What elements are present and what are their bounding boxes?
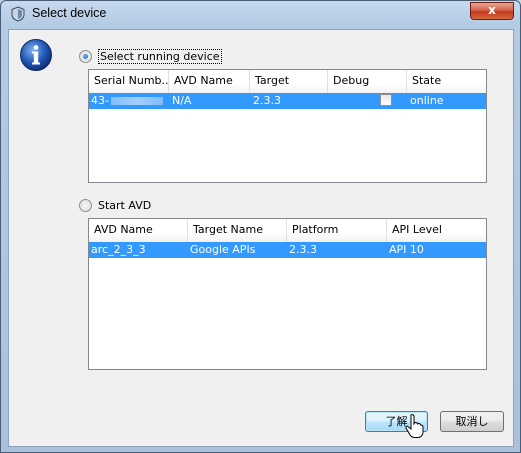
- platform-cell: 2.3.3: [289, 243, 317, 256]
- start-avd-option[interactable]: Start AVD: [79, 197, 151, 213]
- state-cell: online: [410, 94, 444, 107]
- redacted-serial: [110, 97, 163, 105]
- debug-cell: [328, 93, 407, 109]
- target-name-cell: Google APIs: [190, 243, 256, 256]
- table-row[interactable]: arc_2_3_3 Google APIs 2.3.3 API 10: [89, 242, 486, 258]
- avd-table[interactable]: AVD Name Target Name Platform API Level …: [88, 218, 487, 370]
- start-avd-radio[interactable]: [79, 198, 92, 212]
- column-target-name[interactable]: Target Name: [188, 219, 287, 242]
- column-avd-name[interactable]: AVD Name: [169, 70, 250, 93]
- select-running-device-option[interactable]: Select running device: [79, 48, 222, 64]
- dialog-body: Select running device Serial Numb... AVD…: [8, 29, 514, 447]
- avd-name-cell: arc_2_3_3: [91, 243, 146, 256]
- running-device-radio[interactable]: [79, 49, 92, 63]
- select-device-dialog: Select device x Select running device Se…: [0, 0, 521, 453]
- close-icon: x: [488, 3, 496, 17]
- table-row[interactable]: 43- N/A 2.3.3 online: [89, 93, 486, 109]
- api-level-cell: API 10: [389, 243, 424, 256]
- column-platform[interactable]: Platform: [287, 219, 387, 242]
- start-avd-label: Start AVD: [98, 198, 152, 212]
- mouse-pointer-icon: [405, 414, 424, 438]
- column-api-level[interactable]: API Level: [387, 219, 486, 242]
- column-debug[interactable]: Debug: [328, 70, 407, 93]
- info-icon: [20, 39, 52, 71]
- running-devices-header: Serial Numb... AVD Name Target Debug Sta…: [89, 70, 486, 93]
- column-avd-name[interactable]: AVD Name: [89, 219, 188, 242]
- running-devices-table[interactable]: Serial Numb... AVD Name Target Debug Sta…: [88, 69, 487, 183]
- title-bar[interactable]: Select device x: [1, 1, 520, 27]
- avd-name-cell: N/A: [172, 94, 192, 107]
- avd-table-header: AVD Name Target Name Platform API Level: [89, 219, 486, 242]
- debug-checkbox[interactable]: [379, 94, 392, 106]
- cancel-button[interactable]: 取消し: [440, 411, 504, 432]
- column-state[interactable]: State: [407, 70, 486, 93]
- window-icon: [11, 6, 25, 22]
- running-device-label: Select running device: [98, 48, 222, 64]
- column-serial-number[interactable]: Serial Numb...: [89, 70, 169, 93]
- serial-cell: 43-: [89, 93, 169, 109]
- column-target[interactable]: Target: [250, 70, 328, 93]
- target-cell: 2.3.3: [253, 94, 281, 107]
- close-button[interactable]: x: [470, 2, 514, 20]
- window-title: Select device: [32, 6, 107, 20]
